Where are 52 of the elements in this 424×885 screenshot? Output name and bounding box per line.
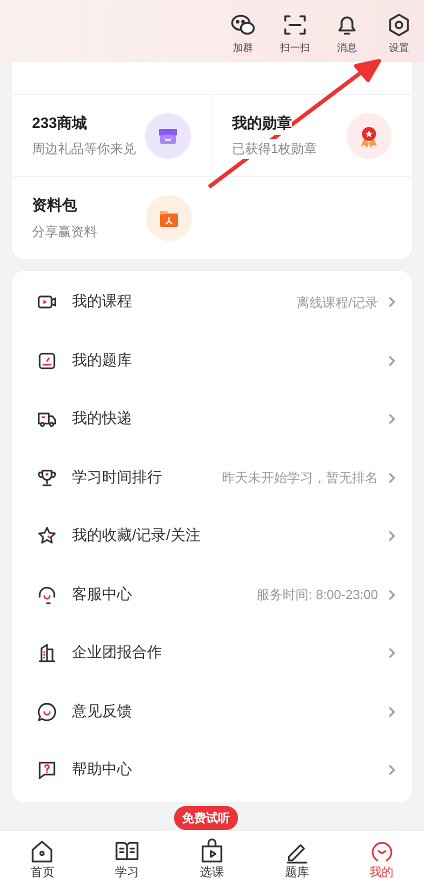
menu-label: 意见反馈 xyxy=(72,702,132,722)
building-icon xyxy=(36,642,58,664)
chevron-icon xyxy=(388,354,396,367)
chevron-icon xyxy=(388,296,396,308)
help-icon xyxy=(36,759,58,782)
header-action[interactable]: 扫一扫 xyxy=(276,12,314,56)
menu-item[interactable]: 学习时间排行 昨天未开始学习，暂无排名 xyxy=(12,448,412,507)
service-title: 我的勋章 xyxy=(232,112,292,135)
chevron-icon xyxy=(388,588,396,601)
menu-label: 学习时间排行 xyxy=(72,468,162,488)
service-tile[interactable]: 我的勋章 已获得1枚勋章 xyxy=(212,95,412,177)
chevron-icon xyxy=(388,647,396,660)
chat-icon xyxy=(36,700,58,723)
menu-label: 我的快递 xyxy=(72,409,132,429)
menu-hint: 离线课程/记录 xyxy=(296,294,378,312)
menu-label: 我的收藏/记录/关注 xyxy=(72,526,200,546)
menu-item[interactable]: 我的课程 离线课程/记录 xyxy=(12,273,412,332)
shop-icon xyxy=(145,112,191,158)
service-tile[interactable]: 资料包 分享赢资料 xyxy=(12,177,212,259)
folder-icon xyxy=(146,195,192,241)
nav-tab[interactable]: 题库 xyxy=(254,831,340,885)
menu-item[interactable]: 意见反馈 xyxy=(12,682,412,741)
medal-icon xyxy=(346,112,392,158)
menu-item[interactable]: 企业团报合作 xyxy=(12,624,412,682)
menu-label: 我的题库 xyxy=(72,350,132,370)
menu-item[interactable]: 我的快递 xyxy=(12,390,412,448)
chevron-icon xyxy=(388,764,396,776)
menu-label: 我的课程 xyxy=(72,292,132,312)
menu-hint: 服务时间: 8:00-23:00 xyxy=(256,586,378,604)
nav-tab[interactable]: 选课 xyxy=(170,831,254,885)
menu-label: 企业团报合作 xyxy=(72,643,162,663)
menu-item[interactable]: 客服中心 服务时间: 8:00-23:00 xyxy=(12,566,412,624)
nav-tab[interactable]: 学习 xyxy=(84,831,170,885)
nav-tab[interactable]: 首页 xyxy=(0,831,85,885)
header-action[interactable]: 消息 xyxy=(328,12,366,56)
menu-label: 帮助中心 xyxy=(72,760,132,780)
menu-item[interactable]: 帮助中心 xyxy=(12,741,412,800)
service-tile[interactable]: 233商城 周边礼品等你来兑 xyxy=(12,95,212,177)
nav-tab[interactable]: 我的 xyxy=(339,831,424,885)
menu-label: 客服中心 xyxy=(72,584,132,604)
menu-item[interactable]: 我的收藏/记录/关注 xyxy=(12,507,412,566)
settings-icon xyxy=(386,12,412,38)
menu-hint: 昨天未开始学习，暂无排名 xyxy=(222,469,378,487)
chevron-icon xyxy=(388,472,396,484)
chevron-icon xyxy=(388,530,396,542)
promo-badge: 免费试听 xyxy=(174,806,238,830)
header-action[interactable]: 加群 xyxy=(224,12,262,56)
service-subtitle: 已获得1枚勋章 xyxy=(232,139,318,158)
header-action[interactable]: 设置 xyxy=(380,12,418,56)
chevron-icon xyxy=(388,413,396,426)
chevron-icon xyxy=(388,706,396,718)
menu-item[interactable]: 我的题库 xyxy=(12,332,412,390)
